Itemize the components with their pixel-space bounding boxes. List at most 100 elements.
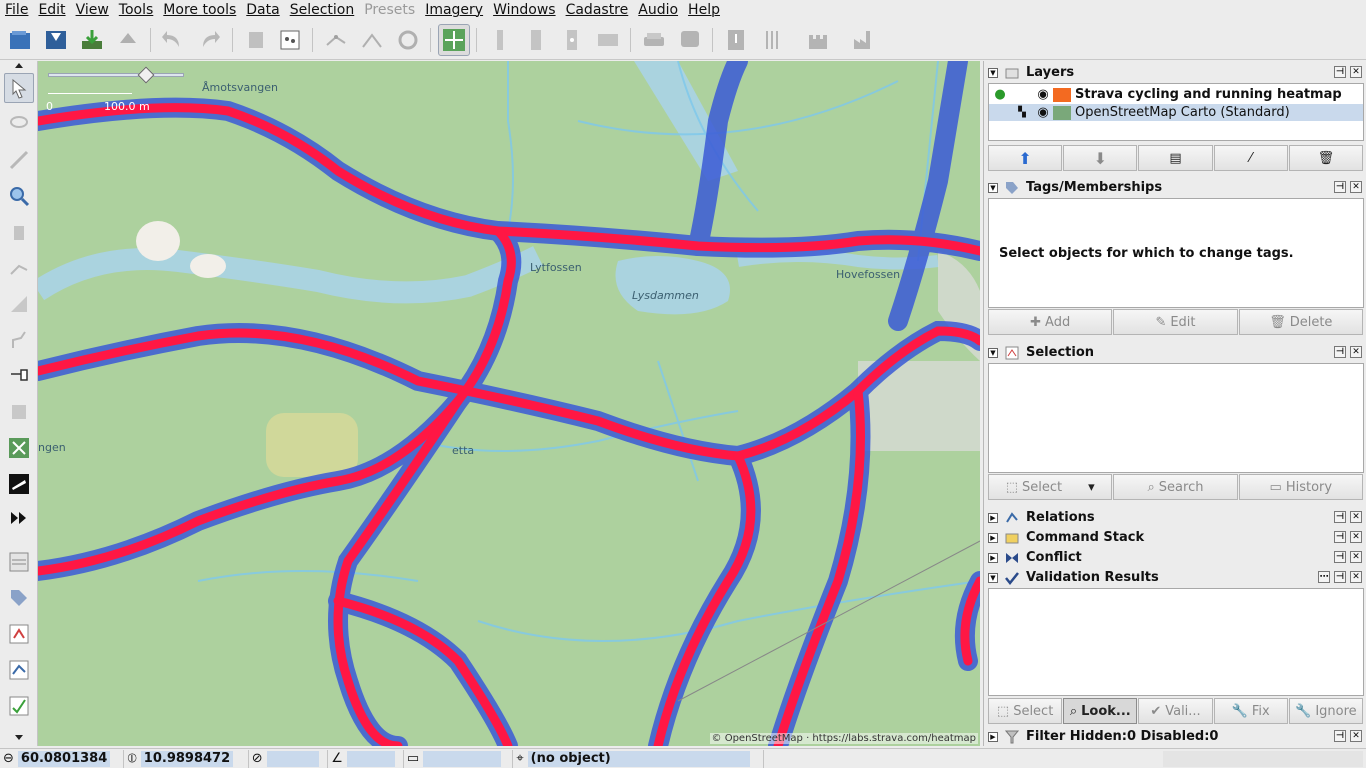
menu-audio[interactable]: Audio bbox=[633, 0, 683, 20]
close-icon[interactable]: ✕ bbox=[1350, 551, 1362, 563]
expand-icon[interactable]: ▶ bbox=[988, 731, 998, 742]
relations-header[interactable]: ▶ Relations ⊣ ✕ bbox=[988, 508, 1364, 527]
relations-toggle-icon[interactable] bbox=[4, 655, 34, 685]
map-attribution[interactable]: © OpenStreetMap · https://labs.strava.co… bbox=[709, 733, 978, 744]
validate-button[interactable]: ✔ Vali... bbox=[1138, 698, 1213, 724]
factory-icon[interactable] bbox=[848, 24, 880, 56]
search-button[interactable]: ⌕ Search bbox=[1113, 474, 1238, 500]
menu-edit[interactable]: Edit bbox=[33, 0, 70, 20]
map-canvas[interactable] bbox=[38, 61, 980, 746]
menu-presets[interactable]: Presets bbox=[359, 0, 420, 20]
bus-icon[interactable] bbox=[674, 24, 706, 56]
expand-icon[interactable]: ▶ bbox=[988, 532, 998, 543]
extrude-icon[interactable] bbox=[4, 253, 34, 283]
preferences-icon[interactable] bbox=[274, 24, 306, 56]
menu-view[interactable]: View bbox=[71, 0, 114, 20]
redo-icon[interactable] bbox=[194, 24, 226, 56]
open-file-icon[interactable] bbox=[4, 24, 36, 56]
menu-more-tools[interactable]: More tools bbox=[158, 0, 241, 20]
menu-data[interactable]: Data bbox=[241, 0, 284, 20]
close-icon[interactable]: ✕ bbox=[1350, 531, 1362, 543]
pin-icon[interactable]: ⊣ bbox=[1334, 730, 1346, 742]
filter-header[interactable]: ▶ Filter Hidden:0 Disabled:0 ⊣ ✕ bbox=[988, 727, 1364, 746]
close-icon[interactable]: ✕ bbox=[1350, 66, 1362, 78]
history-button[interactable]: ▭ History bbox=[1238, 474, 1363, 500]
menu-cadastre[interactable]: Cadastre bbox=[561, 0, 634, 20]
collapse-icon[interactable]: ▼ bbox=[988, 182, 998, 193]
command-stack-header[interactable]: ▶ Command Stack ⊣ ✕ bbox=[988, 528, 1364, 547]
upload-icon[interactable] bbox=[112, 24, 144, 56]
move-down-button[interactable]: ⬇ bbox=[1063, 145, 1138, 171]
close-icon[interactable]: ✕ bbox=[1350, 511, 1362, 523]
lookup-button[interactable]: ⌕ Look... bbox=[1063, 698, 1138, 724]
download-icon[interactable] bbox=[76, 24, 108, 56]
conflict-header[interactable]: ▶ Conflict ⊣ ✕ bbox=[988, 548, 1364, 567]
building-tool-icon[interactable] bbox=[4, 397, 34, 427]
zoom-to-data-icon[interactable] bbox=[438, 24, 470, 56]
parallel-icon[interactable] bbox=[4, 289, 34, 319]
pin-icon[interactable]: ⊣ bbox=[1334, 511, 1346, 523]
save-icon[interactable] bbox=[40, 24, 72, 56]
validation-header[interactable]: ▼ Validation Results ⋯ ⊣ ✕ bbox=[988, 568, 1364, 587]
menu-help[interactable]: Help bbox=[683, 0, 725, 20]
improve-way-icon[interactable] bbox=[4, 325, 34, 355]
selection-toggle-icon[interactable] bbox=[4, 619, 34, 649]
active-layer-check-icon[interactable]: ● bbox=[989, 87, 1011, 102]
scroll-down-icon[interactable] bbox=[4, 733, 34, 743]
delete-layer-button[interactable]: 🗑 bbox=[1288, 145, 1364, 171]
split-way-icon[interactable] bbox=[320, 24, 352, 56]
move-up-button[interactable]: ⬆ bbox=[988, 145, 1063, 171]
castle-icon[interactable] bbox=[802, 24, 834, 56]
zoom-slider-thumb[interactable] bbox=[137, 66, 155, 84]
pin-icon[interactable]: ⊣ bbox=[1334, 346, 1346, 358]
delete-mode-icon[interactable] bbox=[4, 217, 34, 247]
select-button[interactable]: ⬚ Select ▾ bbox=[988, 474, 1113, 500]
command-stack-toggle-icon[interactable] bbox=[4, 691, 34, 721]
collapse-icon[interactable]: ▼ bbox=[988, 67, 998, 78]
add-tag-button[interactable]: ✚ Add bbox=[988, 309, 1113, 335]
selection-header[interactable]: ▼ Selection ⊣ ✕ bbox=[988, 343, 1364, 362]
settings-icon[interactable]: ⋯ bbox=[1318, 571, 1330, 583]
close-icon[interactable]: ✕ bbox=[1350, 346, 1362, 358]
lasso-icon[interactable] bbox=[4, 109, 34, 139]
layer-row-strava[interactable]: ● ◉ Strava cycling and running heatmap bbox=[989, 86, 1363, 103]
undo-icon[interactable] bbox=[156, 24, 188, 56]
pin-icon[interactable]: ⊣ bbox=[1334, 181, 1346, 193]
collapse-icon[interactable]: ▼ bbox=[988, 572, 998, 583]
close-icon[interactable]: ✕ bbox=[1350, 181, 1362, 193]
pin-icon[interactable]: ⊣ bbox=[1334, 66, 1346, 78]
layers-header[interactable]: ▼ Layers ⊣ ✕ bbox=[988, 63, 1364, 82]
pin-icon[interactable]: ⊣ bbox=[1334, 551, 1346, 563]
menu-file[interactable]: File bbox=[0, 0, 33, 20]
orthogonalize-icon[interactable] bbox=[592, 24, 624, 56]
pin-icon[interactable]: ⊣ bbox=[1334, 531, 1346, 543]
layer-opacity-button[interactable]: ⁄ bbox=[1213, 145, 1288, 171]
visibility-eye-icon[interactable]: ◉ bbox=[1033, 87, 1053, 102]
expand-icon[interactable]: ▶ bbox=[988, 552, 998, 563]
menu-tools[interactable]: Tools bbox=[114, 0, 159, 20]
edit-tag-button[interactable]: ✎ Edit bbox=[1113, 309, 1238, 335]
pin-icon[interactable]: ⊣ bbox=[1334, 571, 1346, 583]
ignore-button[interactable]: 🔧 Ignore bbox=[1288, 698, 1364, 724]
map-paint-icon[interactable] bbox=[4, 433, 34, 463]
restaurant-icon[interactable] bbox=[756, 24, 788, 56]
menu-windows[interactable]: Windows bbox=[488, 0, 561, 20]
select-mode-icon[interactable] bbox=[4, 73, 34, 103]
menu-imagery[interactable]: Imagery bbox=[420, 0, 488, 20]
zoom-slider-track[interactable] bbox=[48, 73, 184, 77]
imagery-offset-icon[interactable] bbox=[4, 469, 34, 499]
validation-list[interactable] bbox=[988, 588, 1364, 696]
merge-layers-button[interactable]: ▤ bbox=[1138, 145, 1213, 171]
delete-icon[interactable] bbox=[240, 24, 272, 56]
hand-tool-icon[interactable] bbox=[4, 359, 34, 389]
menu-selection[interactable]: Selection bbox=[285, 0, 360, 20]
delete-tag-button[interactable]: 🗑 Delete bbox=[1238, 309, 1363, 335]
more-tools-arrow-icon[interactable] bbox=[4, 503, 34, 533]
layers-toggle-icon[interactable] bbox=[4, 547, 34, 577]
combine-way-icon[interactable] bbox=[356, 24, 388, 56]
tags-header[interactable]: ▼ Tags/Memberships ⊣ ✕ bbox=[988, 178, 1364, 197]
validation-select-button[interactable]: ⬚ Select bbox=[988, 698, 1063, 724]
drag-handle-icon[interactable]: ▚ bbox=[1011, 107, 1033, 118]
collapse-icon[interactable]: ▼ bbox=[988, 347, 998, 358]
warning-sign-icon[interactable] bbox=[720, 24, 752, 56]
